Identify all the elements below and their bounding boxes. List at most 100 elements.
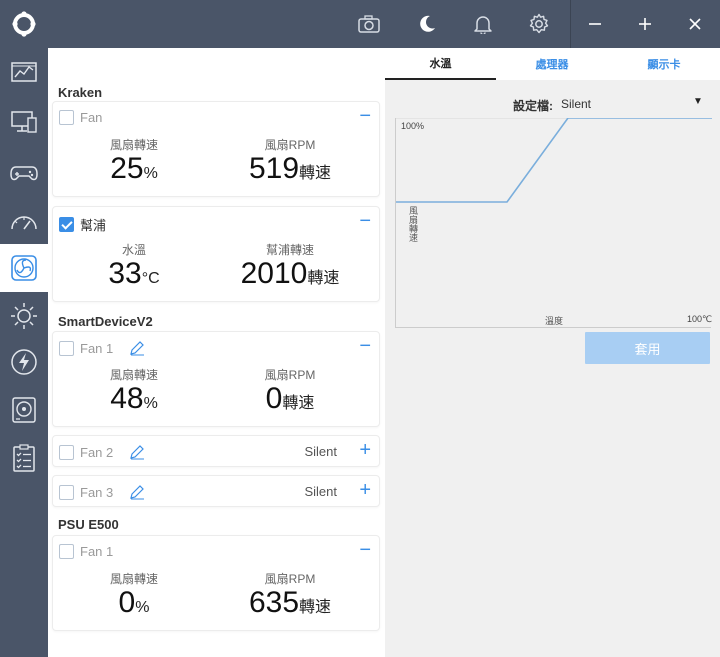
- speedometer-icon: [11, 216, 37, 230]
- tab-water-temp[interactable]: 水溫: [385, 48, 496, 80]
- metric-label: 風扇轉速: [109, 572, 158, 586]
- kraken-pump-label: 幫浦: [80, 218, 107, 233]
- y-axis-max-label: 100%: [401, 121, 425, 131]
- kraken-fan-card: Fan − 風扇轉速 25% 風扇RPM 519轉速: [52, 101, 380, 197]
- metric-label: 幫浦轉速: [265, 243, 314, 257]
- smartdevice-fan3-checkbox[interactable]: [59, 484, 74, 500]
- metric-label: 風扇轉速: [109, 368, 158, 382]
- tab-cpu[interactable]: 處理器: [496, 48, 608, 80]
- camera-icon[interactable]: [345, 0, 393, 48]
- dashboard-icon: [11, 62, 37, 82]
- smartdevice-fan1-checkbox[interactable]: [59, 340, 74, 356]
- smartdevice-fan2-checkbox[interactable]: [59, 444, 74, 460]
- kraken-water-temp-metric: 水溫 33°C: [59, 241, 209, 290]
- edit-pencil-icon[interactable]: [129, 484, 145, 500]
- psu-fan1-card: Fan 1 − 風扇轉速 0% 風扇RPM 635轉速: [52, 535, 380, 631]
- smartdevice-fan1-speed-metric: 風扇轉速 48%: [59, 366, 209, 415]
- sidebar-item-storage[interactable]: [0, 386, 48, 434]
- fan-curve-chart[interactable]: [395, 117, 712, 328]
- profile-label: 設定檔:: [513, 97, 553, 114]
- smartdevice-fan3-label: Fan 3: [80, 484, 114, 500]
- maximize-button[interactable]: [621, 0, 669, 48]
- metric-value: 2010: [240, 257, 308, 290]
- smartdevice-fan3-header: Fan 3: [59, 484, 145, 500]
- metric-label: 水溫: [121, 243, 146, 257]
- sidebar-item-dashboard[interactable]: [0, 48, 48, 96]
- top-bar: [0, 0, 720, 48]
- metric-value: 0: [265, 382, 283, 415]
- metric-unit: 轉速: [282, 395, 315, 412]
- sidebar-item-devices[interactable]: [0, 98, 48, 146]
- expand-button[interactable]: +: [359, 440, 371, 460]
- group-title-psu: PSU E500: [58, 517, 119, 532]
- group-title-smartdevice: SmartDeviceV2: [58, 314, 153, 329]
- profile-label-text: 設定檔:: [513, 99, 553, 113]
- kraken-fan-label: Fan: [80, 110, 103, 125]
- collapse-button[interactable]: −: [359, 540, 371, 560]
- fan-mode-label: Silent: [304, 444, 337, 459]
- fan-curve-svg: [396, 117, 712, 203]
- apply-button[interactable]: 套用: [585, 332, 710, 364]
- lightning-icon: [11, 349, 37, 375]
- metric-value: 519: [248, 152, 300, 185]
- dropdown-arrow-icon[interactable]: ▼: [693, 96, 703, 107]
- metric-value: 635: [248, 586, 300, 619]
- x-axis-max-label: 100℃: [687, 314, 713, 324]
- hard-drive-icon: [12, 397, 36, 423]
- sidebar-item-cooling[interactable]: [0, 244, 48, 292]
- smartdevice-fan1-header: Fan 1: [59, 340, 145, 356]
- kraken-fan-checkbox[interactable]: [59, 110, 74, 125]
- metric-value: 33: [108, 257, 142, 290]
- gear-icon[interactable]: [515, 0, 563, 48]
- metric-unit: %: [143, 395, 158, 412]
- sidebar-item-lighting[interactable]: [0, 292, 48, 340]
- app-logo: [0, 0, 48, 48]
- psu-fan1-checkbox[interactable]: [59, 544, 74, 559]
- metric-value: 0: [118, 586, 136, 619]
- sidebar-item-power[interactable]: [0, 338, 48, 386]
- smartdevice-fan2-card: Fan 2 Silent +: [52, 435, 380, 467]
- metric-value: 48: [110, 382, 144, 415]
- sun-icon: [11, 303, 37, 329]
- kraken-fan-speed-metric: 風扇轉速 25%: [59, 136, 209, 185]
- sidebar-item-performance[interactable]: [0, 198, 48, 246]
- kraken-fan-rpm-metric: 風扇RPM 519轉速: [215, 136, 365, 185]
- metric-unit: 轉速: [299, 599, 332, 616]
- monitor-icon: [11, 111, 37, 133]
- kraken-pump-card: 幫浦 − 水溫 33°C 幫浦轉速 2010轉速: [52, 206, 380, 302]
- metric-value: 25: [110, 152, 144, 185]
- sidebar-item-checklist[interactable]: [0, 434, 48, 482]
- sidebar-item-gaming[interactable]: [0, 148, 48, 196]
- smartdevice-fan1-rpm-metric: 風扇RPM 0轉速: [215, 366, 365, 415]
- kraken-pump-rpm-metric: 幫浦轉速 2010轉速: [215, 241, 365, 290]
- fan-mode-label: Silent: [304, 484, 337, 499]
- metric-unit: %: [135, 599, 150, 616]
- metric-unit: 轉速: [307, 270, 340, 287]
- y-axis-label: 風扇轉速: [408, 206, 418, 242]
- metric-label: 風扇RPM: [264, 572, 316, 586]
- collapse-button[interactable]: −: [359, 336, 371, 356]
- device-panel: Kraken Fan − 風扇轉速 25% 風扇RPM 519轉速 幫浦 − 水…: [48, 48, 385, 657]
- smartdevice-fan1-label: Fan 1: [80, 340, 114, 356]
- metric-unit: °C: [141, 270, 160, 287]
- checklist-icon: [13, 444, 35, 472]
- kraken-pump-checkbox[interactable]: [59, 217, 74, 232]
- psu-fan1-header: Fan 1: [59, 544, 113, 559]
- psu-fan1-rpm-metric: 風扇RPM 635轉速: [215, 570, 365, 619]
- profile-select[interactable]: Silent: [561, 97, 591, 111]
- edit-pencil-icon[interactable]: [129, 340, 145, 356]
- curve-tabs: 水溫 處理器 顯示卡: [385, 48, 720, 80]
- fan-curve-line: [396, 117, 712, 203]
- psu-fan1-speed-metric: 風扇轉速 0%: [59, 570, 209, 619]
- bell-icon[interactable]: [459, 0, 507, 48]
- minimize-button[interactable]: [571, 0, 619, 48]
- edit-pencil-icon[interactable]: [129, 444, 145, 460]
- moon-icon[interactable]: [403, 0, 451, 48]
- group-title-kraken: Kraken: [58, 85, 103, 100]
- collapse-button[interactable]: −: [359, 211, 371, 231]
- close-button[interactable]: [671, 0, 719, 48]
- metric-label: 風扇轉速: [109, 138, 158, 152]
- tab-gpu[interactable]: 顯示卡: [608, 48, 720, 80]
- expand-button[interactable]: +: [359, 480, 371, 500]
- collapse-button[interactable]: −: [359, 106, 371, 126]
